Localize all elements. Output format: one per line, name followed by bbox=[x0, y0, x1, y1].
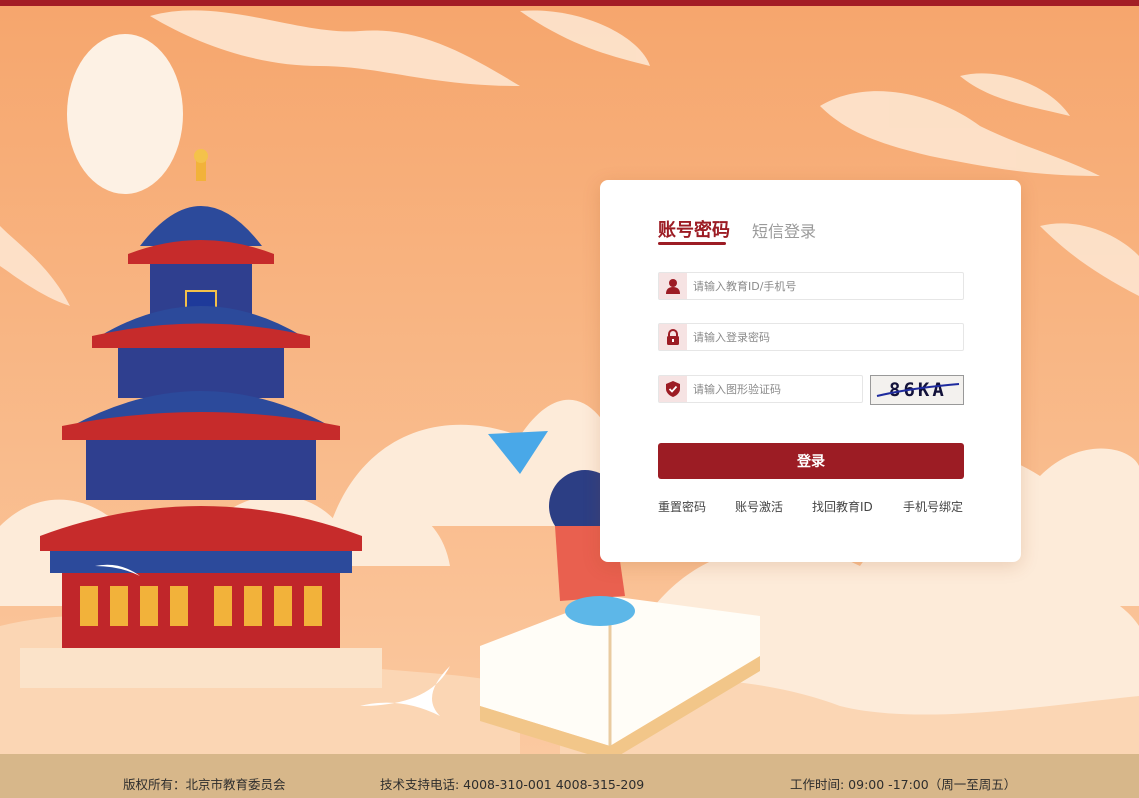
captcha-image[interactable]: 86KA bbox=[870, 375, 964, 405]
login-card: 账号密码 短信登录 86KA 登录 重置密码 账号激活 找回教育ID 手机号绑定 bbox=[600, 180, 1021, 562]
footer-working-hours: 工作时间: 09:00 -17:00（周一至周五） bbox=[790, 777, 1017, 792]
active-tab-indicator bbox=[658, 242, 726, 245]
captcha-input[interactable] bbox=[693, 376, 858, 402]
sun bbox=[67, 34, 183, 194]
footer-support-phone: 技术支持电话: 4008-310-001 4008-315-209 bbox=[380, 777, 645, 792]
shield-icon bbox=[659, 376, 687, 402]
recover-education-id-link[interactable]: 找回教育ID bbox=[812, 498, 873, 515]
account-field bbox=[658, 272, 964, 300]
login-button[interactable]: 登录 bbox=[658, 443, 964, 479]
reset-password-link[interactable]: 重置密码 bbox=[658, 498, 706, 515]
bind-phone-link[interactable]: 手机号绑定 bbox=[903, 498, 963, 515]
captcha-noise-line bbox=[876, 383, 960, 397]
tab-sms-login[interactable]: 短信登录 bbox=[752, 218, 816, 242]
footer: 版权所有：北京市教育委员会 技术支持电话: 4008-310-001 4008-… bbox=[0, 754, 1139, 798]
user-icon bbox=[659, 273, 687, 299]
account-input[interactable] bbox=[693, 273, 953, 299]
activate-account-link[interactable]: 账号激活 bbox=[735, 498, 783, 515]
captcha-field bbox=[658, 375, 863, 403]
password-field bbox=[658, 323, 964, 351]
footer-copyright: 版权所有：北京市教育委员会 bbox=[123, 777, 286, 792]
tab-account-password[interactable]: 账号密码 bbox=[658, 216, 730, 242]
password-input[interactable] bbox=[693, 324, 953, 350]
lock-icon bbox=[659, 324, 687, 350]
